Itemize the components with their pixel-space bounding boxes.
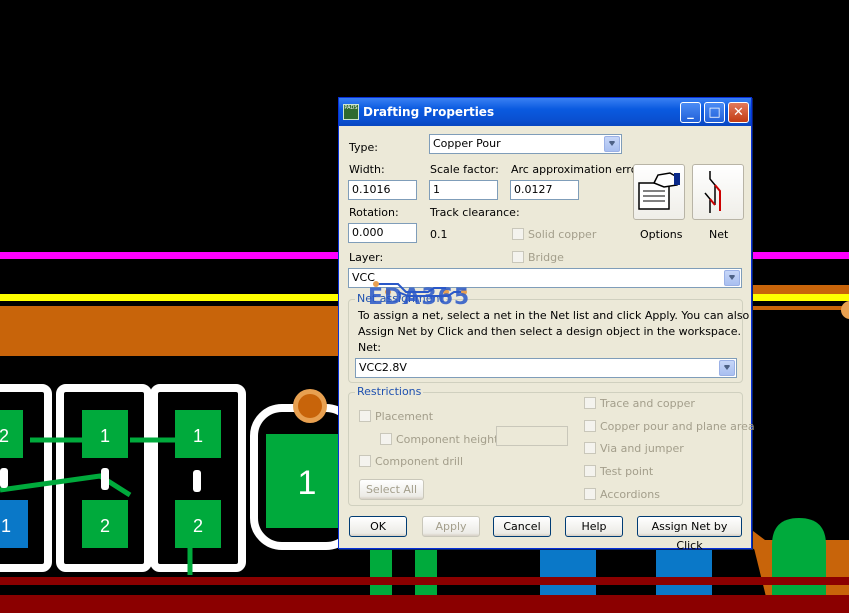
dark-red-trace [0, 577, 849, 585]
test-point-checkbox[interactable] [584, 465, 596, 477]
bridge-checkbox[interactable] [512, 251, 524, 263]
help-button[interactable]: Help [565, 516, 623, 537]
restrictions-group: Restrictions Placement Component height … [348, 385, 755, 506]
trace-copper-label: Trace and copper [600, 397, 695, 410]
scale-factor-label: Scale factor: [430, 163, 499, 176]
ok-button[interactable]: OK [349, 516, 407, 537]
minimize-button[interactable]: _ [680, 102, 701, 123]
net-select[interactable]: VCC2.8V [355, 358, 737, 378]
chevron-down-icon[interactable] [724, 270, 740, 286]
layer-label: Layer: [349, 251, 384, 264]
title-bar[interactable]: PADS Drafting Properties _ □ ✕ [339, 98, 751, 126]
pads-app-icon: PADS [343, 104, 359, 120]
net-label: Net: [358, 341, 382, 354]
via-jumper-checkbox[interactable] [584, 442, 596, 454]
component-drill-label: Component drill [375, 455, 464, 468]
pad-number: 2 [193, 516, 203, 536]
component-height-label: Component height [396, 433, 499, 446]
scale-factor-input[interactable]: 1 [429, 180, 498, 200]
trace-copper-checkbox[interactable] [584, 397, 596, 409]
width-label: Width: [349, 163, 385, 176]
restrictions-title: Restrictions [355, 385, 424, 398]
pad-number: 2 [0, 426, 9, 446]
accordions-checkbox[interactable] [584, 488, 596, 500]
net-select-value: VCC2.8V [359, 361, 407, 374]
bridge-label: Bridge [528, 251, 564, 264]
copper-pour-plane-checkbox[interactable] [584, 420, 596, 432]
component-drill-checkbox[interactable] [359, 455, 371, 467]
solid-copper-label: Solid copper [528, 228, 597, 241]
net-button-label: Net [709, 228, 729, 241]
track-clearance-value: 0.1 [430, 228, 448, 241]
pad-number: 1 [193, 426, 203, 446]
chevron-down-icon[interactable] [604, 136, 620, 152]
pad-number: 1 [298, 464, 317, 502]
close-button[interactable]: ✕ [728, 102, 749, 123]
orange-copper-plane [0, 306, 338, 356]
options-button[interactable] [633, 164, 685, 220]
dialog-title: Drafting Properties [363, 105, 495, 119]
net-assignment-group: Net assignment To assign a net, select a… [348, 292, 777, 383]
copper-pour-plane-label: Copper pour and plane area [600, 420, 755, 433]
component-height-input[interactable] [496, 426, 568, 446]
apply-button[interactable]: Apply [422, 516, 480, 537]
type-label: Type: [349, 141, 378, 154]
eda365-watermark: EDA365 [368, 285, 471, 310]
pad-number: 2 [100, 516, 110, 536]
options-hand-icon [638, 172, 680, 210]
pad-number: 1 [100, 426, 110, 446]
pad-number: 1 [1, 516, 11, 536]
arc-error-label: Arc approximation error: [511, 163, 646, 176]
select-all-button[interactable]: Select All [359, 479, 424, 500]
rotation-input[interactable]: 0.000 [348, 223, 417, 243]
cancel-button[interactable]: Cancel [493, 516, 551, 537]
drafting-properties-dialog: PADS Drafting Properties _ □ ✕ Type: Cop… [338, 97, 777, 552]
placement-label: Placement [375, 410, 434, 423]
type-select-value: Copper Pour [433, 137, 501, 150]
net-button[interactable] [692, 164, 744, 220]
test-point-label: Test point [600, 465, 654, 478]
solid-copper-checkbox[interactable] [512, 228, 524, 240]
via-jumper-label: Via and jumper [600, 442, 684, 455]
placement-checkbox[interactable] [359, 410, 371, 422]
net-assignment-help-1: To assign a net, select a net in the Net… [358, 309, 778, 322]
type-select[interactable]: Copper Pour [429, 134, 622, 154]
arc-error-input[interactable]: 0.0127 [510, 180, 579, 200]
rotation-label: Rotation: [349, 206, 399, 219]
assign-net-by-click-button[interactable]: Assign Net by Click [637, 516, 742, 552]
net-trace-icon [704, 171, 721, 213]
net-assignment-help-2: Assign Net by Click and then select a de… [358, 325, 741, 338]
options-label: Options [640, 228, 683, 241]
component-height-checkbox[interactable] [380, 433, 392, 445]
width-input[interactable]: 0.1016 [348, 180, 417, 200]
accordions-label: Accordions [600, 488, 660, 501]
chevron-down-icon[interactable] [719, 360, 735, 376]
maximize-button[interactable]: □ [704, 102, 725, 123]
track-clearance-label: Track clearance: [430, 206, 520, 219]
